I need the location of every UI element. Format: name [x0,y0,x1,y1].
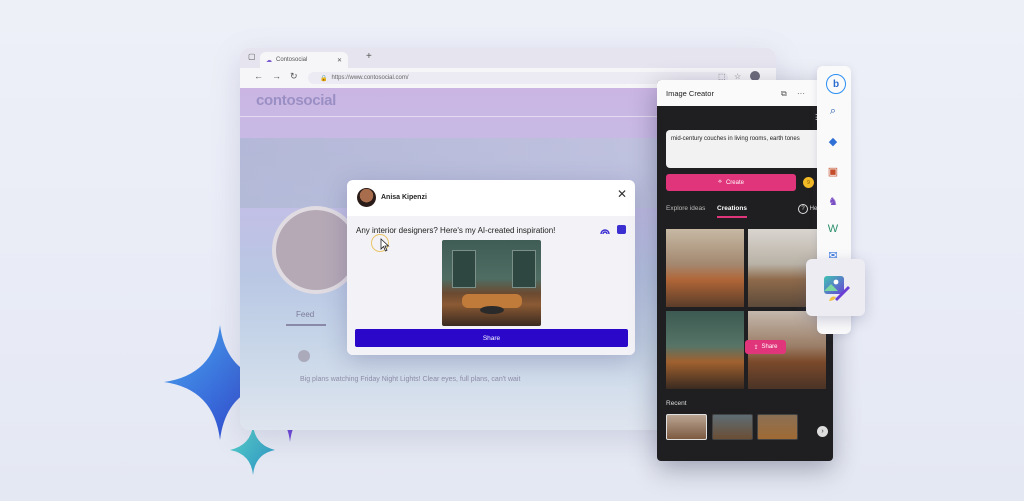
more-options-icon[interactable]: ··· [797,89,805,98]
url-text: https://www.contosocial.com/ [331,75,409,81]
site-logo[interactable]: contosocial [256,92,336,109]
boost-coin-badge: 9 [803,177,814,188]
user-name: Anisa Kipenzi [381,194,427,201]
recent-thumbnail-2[interactable] [712,414,753,440]
site-favicon-icon: ☁ [266,57,272,64]
post-text: Big plans watching Friday Night Lights! … [300,376,521,383]
search-icon[interactable]: ⌕ [826,104,840,118]
next-arrow-icon[interactable]: › [817,426,828,437]
tab-close-icon[interactable]: ✕ [337,57,342,64]
post-avatar [298,350,310,362]
share-on-image-label: Share [761,344,778,350]
tag-icon[interactable]: ◆ [826,134,840,148]
post-message[interactable]: Any interior designers? Here's my AI-cre… [356,226,555,235]
help-link[interactable]: ? He [798,204,817,214]
image-icon[interactable] [617,225,626,234]
cursor-icon [380,238,390,252]
back-icon[interactable]: ← [254,71,263,81]
recent-thumbnail-1[interactable] [666,414,707,440]
create-button-label: Create [725,179,744,186]
image-creator-icon [823,275,850,301]
share-dialog: Anisa Kipenzi ✕ Any interior designers? … [347,180,635,355]
browser-tab-title: Contosocial [276,57,308,63]
creation-image-3[interactable] [666,311,744,389]
recent-thumbnail-3[interactable] [757,414,798,440]
office-icon[interactable]: W [826,222,840,236]
briefcase-icon[interactable]: ▣ [826,164,840,178]
image-creator-sidebar-button[interactable] [806,259,865,316]
tab-bar: ▢ ☁ Contosocial ✕ + [240,48,776,68]
bing-icon[interactable]: b [826,74,846,94]
lock-icon: 🔒 [320,75,328,82]
chess-icon[interactable]: ♞ [826,194,840,208]
browser-tab[interactable]: ☁ Contosocial ✕ [260,52,348,68]
panel-title: Image Creator [666,89,714,98]
open-in-new-icon[interactable]: ⧉ [781,89,787,99]
tab-feed[interactable]: Feed [296,310,314,319]
active-tab-underline [717,216,747,218]
forward-icon[interactable]: → [272,71,281,81]
creation-image-1[interactable] [666,229,744,307]
share-button[interactable]: Share [355,329,628,347]
generated-image-preview [442,240,541,326]
designer-icon[interactable] [600,225,610,235]
help-icon: ? [798,204,808,214]
create-icon: ⟡ [718,179,722,185]
tab-creations[interactable]: Creations [717,205,747,212]
new-tab-icon[interactable]: + [366,51,372,62]
tab-explore-ideas[interactable]: Explore ideas [666,205,705,212]
tab-actions-icon[interactable]: ▢ [248,52,256,61]
avatar [357,188,376,207]
close-icon[interactable]: ✕ [617,187,627,201]
share-on-image-button[interactable]: ⇪ Share [745,340,786,354]
feed-tab-underline [286,324,326,326]
share-icon: ⇪ [753,344,759,351]
prompt-input[interactable]: mid-century couches in living rooms, ear… [666,130,824,168]
refresh-icon[interactable]: ↻ [290,71,298,82]
create-button[interactable]: ⟡ Create [666,174,796,191]
recent-label: Recent [666,400,687,407]
